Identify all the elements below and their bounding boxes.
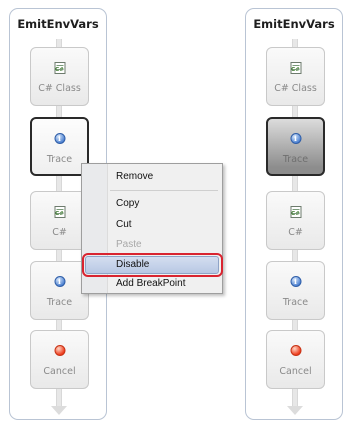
menu-item-paste[interactable]: Paste xyxy=(116,239,142,250)
workflow-panel-right: EmitEnvVars C# C# Class i Trace C# C# i … xyxy=(245,8,343,420)
menu-separator xyxy=(110,190,218,191)
csharp-file-icon: C# xyxy=(290,206,301,218)
info-icon: i xyxy=(290,133,301,144)
activity-label: Cancel xyxy=(43,366,76,377)
red-stop-icon xyxy=(290,345,301,356)
csharp-file-icon: C# xyxy=(54,206,65,218)
activity-csharp-class[interactable]: C# C# Class xyxy=(30,47,89,106)
callout-highlight-outline xyxy=(82,253,223,277)
csharp-file-icon: C# xyxy=(290,62,301,74)
activity-label: C# xyxy=(288,227,303,238)
info-icon: i xyxy=(290,276,301,287)
context-menu: Remove Copy Cut Paste Disable Add BreakP… xyxy=(81,163,223,294)
activity-label: Trace xyxy=(46,154,73,165)
menu-item-remove[interactable]: Remove xyxy=(116,171,153,182)
activity-cancel[interactable]: Cancel xyxy=(30,330,89,389)
panel-title: EmitEnvVars xyxy=(17,17,99,31)
info-icon: i xyxy=(54,276,65,287)
panel-title: EmitEnvVars xyxy=(253,17,335,31)
activity-label: Cancel xyxy=(279,366,312,377)
activity-label: C# Class xyxy=(38,83,81,94)
menu-item-copy[interactable]: Copy xyxy=(116,198,139,209)
sequence-end-arrow xyxy=(51,406,67,415)
activity-csharp-class[interactable]: C# C# Class xyxy=(266,47,325,106)
activity-label: C# Class xyxy=(274,83,317,94)
activity-trace-disabled[interactable]: i Trace xyxy=(266,117,325,176)
activity-label: Trace xyxy=(282,297,309,308)
csharp-file-icon: C# xyxy=(54,62,65,74)
activity-label: Trace xyxy=(46,297,73,308)
activity-csharp[interactable]: C# C# xyxy=(266,191,325,250)
activity-cancel[interactable]: Cancel xyxy=(266,330,325,389)
activity-label: C# xyxy=(52,227,67,238)
info-icon: i xyxy=(54,133,65,144)
menu-item-add-breakpoint[interactable]: Add BreakPoint xyxy=(116,278,186,289)
sequence-end-arrow xyxy=(287,406,303,415)
activity-label: Trace xyxy=(282,154,309,165)
menu-item-cut[interactable]: Cut xyxy=(116,219,132,230)
activity-trace[interactable]: i Trace xyxy=(266,261,325,320)
red-stop-icon xyxy=(54,345,65,356)
